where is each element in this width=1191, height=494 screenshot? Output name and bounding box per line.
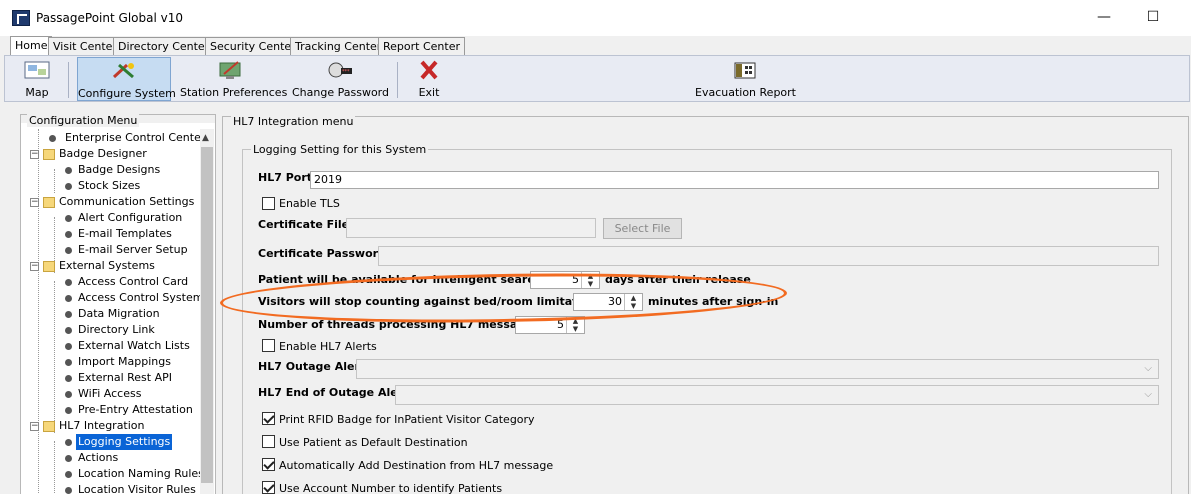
auto-add-destination-checkbox[interactable] [262, 458, 275, 471]
certificate-file-input[interactable] [346, 218, 596, 238]
evacuation-report-button[interactable]: Evacuation Report [695, 57, 796, 101]
use-patient-default-checkbox[interactable] [262, 435, 275, 448]
enable-tls-checkbox[interactable] [262, 197, 275, 210]
evacuation-report-label: Evacuation Report [695, 86, 796, 99]
tab-tracking-center[interactable]: Tracking Center [290, 37, 387, 55]
tab-visit-center[interactable]: Visit Center [48, 37, 122, 55]
station-preferences-icon [218, 60, 244, 80]
tools-icon [111, 61, 137, 81]
certificate-password-input[interactable] [378, 246, 1159, 266]
configuration-menu-panel: Configuration Menu Enterprise Control Ce… [20, 114, 216, 494]
hl7-end-outage-alert-label: HL7 End of Outage Alert [258, 386, 409, 399]
certificate-file-label: Certificate File [258, 218, 350, 231]
title-bar: PassagePoint Global v10 — ☐ [0, 0, 1191, 36]
maximize-button[interactable]: ☐ [1133, 6, 1173, 28]
toolbar: Map Configure System Station Preferences… [4, 55, 1190, 102]
exit-x-icon [416, 60, 442, 80]
select-file-button[interactable]: Select File [603, 218, 682, 239]
exit-label: Exit [418, 86, 440, 99]
window-title: PassagePoint Global v10 [36, 11, 183, 25]
tab-security-center[interactable]: Security Center [205, 37, 301, 55]
change-password-label: Change Password [292, 86, 389, 99]
app-logo-icon [12, 10, 30, 26]
svg-text:***: *** [342, 69, 350, 75]
toolbar-separator [68, 62, 69, 98]
main-tabs: Home Visit Center Directory Center Secur… [0, 36, 1191, 55]
logging-settings-title: Logging Setting for this System [251, 143, 429, 156]
minimize-button[interactable]: — [1084, 6, 1124, 28]
map-icon [24, 60, 50, 80]
tab-directory-center[interactable]: Directory Center [113, 37, 215, 55]
station-preferences-button[interactable]: Station Preferences [180, 57, 288, 101]
configuration-tree: Enterprise Control Center − Badge Designe… [25, 129, 201, 494]
exit-button[interactable]: Exit [410, 57, 448, 101]
use-account-number-checkbox[interactable] [262, 481, 275, 494]
hl7-end-outage-alert-select[interactable]: ⌵ [395, 385, 1159, 405]
password-icon: *** [327, 60, 353, 80]
certificate-password-label: Certificate Password [258, 247, 386, 260]
auto-add-destination-label: Automatically Add Destination from HL7 m… [279, 459, 554, 472]
hl7-menu-title: HL7 Integration menu [231, 115, 356, 128]
tree-scrollbar[interactable]: ▲ [200, 129, 214, 494]
map-label: Map [25, 86, 49, 99]
enable-hl7-alerts-label: Enable HL7 Alerts [279, 340, 377, 353]
toolbar-separator [397, 62, 398, 98]
print-rfid-label: Print RFID Badge for InPatient Visitor C… [279, 413, 535, 426]
use-account-number-label: Use Account Number to identify Patients [279, 482, 503, 494]
hl7-port-label: HL7 Port [258, 171, 313, 184]
enable-hl7-alerts-checkbox[interactable] [262, 339, 275, 352]
hl7-outage-alert-label: HL7 Outage Alert [258, 360, 366, 373]
map-button[interactable]: Map [11, 57, 63, 101]
evacuation-report-icon [732, 60, 758, 80]
chevron-down-icon: ⌵ [1144, 363, 1152, 374]
scroll-up-arrow-icon[interactable]: ▲ [202, 133, 209, 143]
station-preferences-label: Station Preferences [180, 86, 288, 99]
hl7-port-input[interactable]: 2019 [310, 171, 1159, 189]
hl7-outage-alert-select[interactable]: ⌵ [356, 359, 1159, 379]
tab-report-center[interactable]: Report Center [378, 37, 465, 55]
print-rfid-checkbox[interactable] [262, 412, 275, 425]
change-password-button[interactable]: *** Change Password [292, 57, 389, 101]
app-window: PassagePoint Global v10 — ☐ Home Visit C… [0, 0, 1191, 494]
tab-home[interactable]: Home [10, 36, 53, 55]
chevron-down-icon: ⌵ [1144, 389, 1152, 400]
configure-system-button[interactable]: Configure System [77, 57, 176, 101]
use-patient-default-label: Use Patient as Default Destination [279, 436, 468, 449]
configure-system-label: Configure System [78, 87, 176, 100]
configuration-menu-title: Configuration Menu [27, 114, 140, 127]
scrollbar-thumb[interactable] [201, 147, 213, 483]
enable-tls-label: Enable TLS [279, 197, 340, 210]
